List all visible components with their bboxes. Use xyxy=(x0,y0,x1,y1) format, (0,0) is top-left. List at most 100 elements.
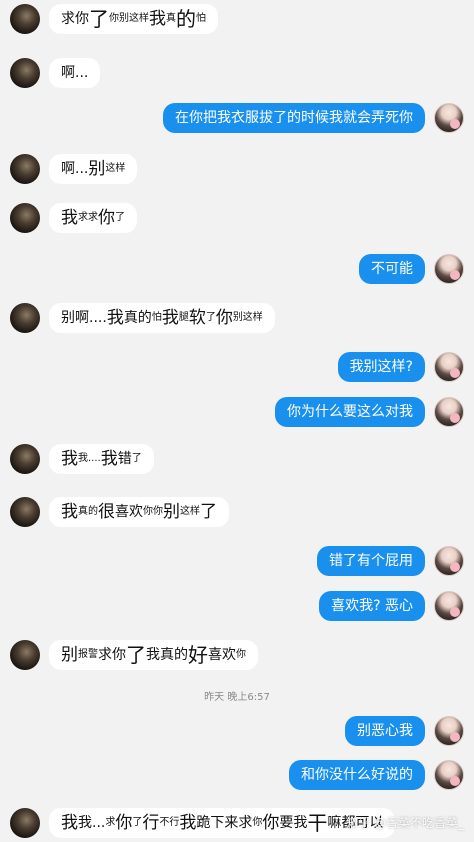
message-text: 啊... xyxy=(61,65,89,81)
message-text: 你 xyxy=(115,813,133,833)
message-text: 别 xyxy=(163,502,180,522)
message-bubble[interactable]: 啊... 别这样 xyxy=(49,154,138,184)
message-text: 我 xyxy=(161,308,179,328)
message-text: 我 xyxy=(100,449,118,469)
message-text: 了 xyxy=(126,643,146,667)
message-text: 怕 xyxy=(196,13,206,24)
incoming-message-row: 求你了你别这样我真的怕 xyxy=(0,4,474,34)
message-text: 喜欢 xyxy=(115,504,143,520)
message-text: 我 xyxy=(179,813,197,833)
message-bubble[interactable]: 不可能 xyxy=(359,254,425,284)
outgoing-message-row: 和你没什么好说的 xyxy=(0,760,474,790)
message-text: 软 xyxy=(188,308,206,328)
message-text: 真 xyxy=(166,13,176,24)
my-avatar[interactable] xyxy=(434,103,464,133)
incoming-message-row: 别报警 求你了我真的好喜欢你 xyxy=(0,640,474,670)
outgoing-message-row: 别恶心我 xyxy=(0,716,474,746)
message-text: 了 xyxy=(131,453,142,464)
message-text: 跪下来求 xyxy=(196,815,253,831)
message-bubble[interactable]: 你为什么要这么对我 xyxy=(275,397,425,427)
message-text: 了 xyxy=(132,817,143,828)
message-text: 干 xyxy=(307,811,328,835)
message-bubble[interactable]: 错了有个屁用 xyxy=(317,546,425,576)
incoming-message-row: 别啊.... 我真的怕我腿软了你别这样 xyxy=(0,303,474,333)
contact-avatar[interactable] xyxy=(10,203,40,233)
message-text: 报警 xyxy=(78,649,98,660)
watermark: 知乎 @香菜不吃香菜_ xyxy=(346,816,464,830)
message-text: 别 xyxy=(88,159,106,179)
incoming-message-row: 我真的很喜欢 你你别这样了 xyxy=(0,497,474,527)
message-text: 这样 xyxy=(180,506,200,517)
contact-avatar[interactable] xyxy=(10,4,40,34)
message-text: 喜欢我? 恶心 xyxy=(331,598,413,614)
my-avatar[interactable] xyxy=(434,352,464,382)
message-bubble[interactable]: 在你把我衣服拔了的时候我就会弄死你 xyxy=(163,103,425,133)
message-text: 你 xyxy=(215,308,233,328)
outgoing-message-row: 喜欢我? 恶心 xyxy=(0,591,474,621)
outgoing-message-row: 我别这样? xyxy=(0,352,474,382)
message-bubble[interactable]: 我别这样? xyxy=(337,352,425,382)
message-bubble[interactable]: 和你没什么好说的 xyxy=(289,760,425,790)
message-text: 了 xyxy=(200,502,217,522)
message-text: 你 xyxy=(262,813,280,833)
message-text: 喜欢 xyxy=(208,647,236,663)
message-text: 很 xyxy=(98,502,115,522)
incoming-message-row: 我我.... 我错了 xyxy=(0,444,474,474)
message-text: 要我 xyxy=(279,815,308,831)
message-text: 真的 xyxy=(123,310,152,326)
incoming-message-row: 我求求你了 xyxy=(0,203,474,233)
outgoing-message-row: 不可能 xyxy=(0,254,474,284)
message-text: 行 xyxy=(142,813,160,833)
message-text: 和你没什么好说的 xyxy=(301,767,413,783)
contact-avatar[interactable] xyxy=(10,640,40,670)
message-text: 的 xyxy=(176,7,196,31)
my-avatar[interactable] xyxy=(434,716,464,746)
contact-avatar[interactable] xyxy=(10,497,40,527)
message-bubble[interactable]: 别报警 求你了我真的好喜欢你 xyxy=(49,640,258,670)
message-text: 你 xyxy=(236,649,246,660)
message-text: 错了有个屁用 xyxy=(329,553,413,569)
message-text: 我 xyxy=(106,308,124,328)
message-bubble[interactable]: 喜欢我? 恶心 xyxy=(319,591,425,621)
message-text: 你你 xyxy=(143,506,163,517)
message-text: 求 xyxy=(105,817,116,828)
message-text: 我 xyxy=(61,813,78,833)
message-text: 我 xyxy=(61,449,78,469)
message-text: 我... xyxy=(78,815,106,831)
message-text: 你 xyxy=(252,817,263,828)
message-text: 怕 xyxy=(151,312,162,323)
message-text: 求你 xyxy=(98,647,126,663)
message-bubble[interactable]: 别啊.... 我真的怕我腿软了你别这样 xyxy=(49,303,275,333)
message-bubble[interactable]: 别恶心我 xyxy=(345,716,425,746)
message-bubble[interactable]: 我我... 求你了行不行我跪下来求你你要我干嘛都可以 xyxy=(49,808,396,838)
my-avatar[interactable] xyxy=(434,546,464,576)
message-bubble[interactable]: 我求求你了 xyxy=(49,203,137,233)
message-text: 好 xyxy=(188,643,208,667)
contact-avatar[interactable] xyxy=(10,58,40,88)
contact-avatar[interactable] xyxy=(10,303,40,333)
message-text: 不行 xyxy=(159,817,180,828)
message-text: 不可能 xyxy=(371,261,413,277)
message-text: 我 xyxy=(149,9,166,29)
message-text: 别恶心我 xyxy=(357,723,413,739)
outgoing-message-row: 在你把我衣服拔了的时候我就会弄死你 xyxy=(0,103,474,133)
message-text: 你别这样 xyxy=(109,13,149,24)
my-avatar[interactable] xyxy=(434,591,464,621)
message-text: 求求 xyxy=(78,212,98,223)
message-timestamp: 昨天 晚上6:57 xyxy=(204,692,270,703)
contact-avatar[interactable] xyxy=(10,808,40,838)
message-bubble[interactable]: 我我.... 我错了 xyxy=(49,444,154,474)
message-bubble[interactable]: 我真的很喜欢 你你别这样了 xyxy=(49,497,229,527)
contact-avatar[interactable] xyxy=(10,444,40,474)
message-text: 别 xyxy=(61,645,78,665)
contact-avatar[interactable] xyxy=(10,154,40,184)
my-avatar[interactable] xyxy=(434,397,464,427)
my-avatar[interactable] xyxy=(434,760,464,790)
message-bubble[interactable]: 求你了你别这样我真的怕 xyxy=(49,4,218,34)
my-avatar[interactable] xyxy=(434,254,464,284)
incoming-message-row: 啊... xyxy=(0,58,474,88)
incoming-message-row: 啊... 别这样 xyxy=(0,154,474,184)
message-bubble[interactable]: 啊... xyxy=(49,58,101,88)
message-text: 腿 xyxy=(178,312,189,323)
message-text: 错 xyxy=(117,451,132,467)
